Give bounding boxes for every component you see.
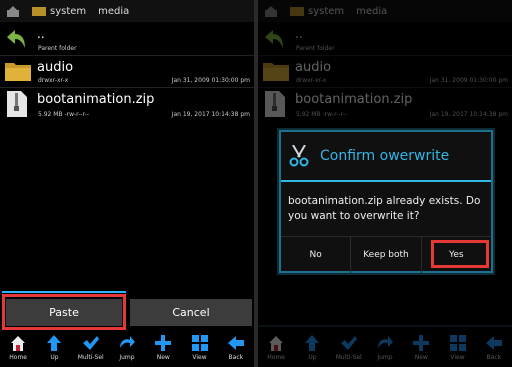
- folder-icon: [5, 63, 31, 81]
- keep-both-button[interactable]: Keep both: [351, 237, 422, 273]
- confirm-overwrite-dialog: Confirm owerwrite bootanimation.zip alre…: [279, 130, 493, 273]
- toolbar-new-label: New: [156, 354, 170, 361]
- bottom-toolbar: Home Up Multi-Sel Jump New View Back: [0, 333, 254, 367]
- toolbar-multisel-label: Multi-Sel: [77, 354, 104, 361]
- breadcrumb: system media: [0, 0, 254, 22]
- file-date: Jan 31, 2009 01:30:00 pm: [171, 77, 250, 84]
- up-arrow-icon: [47, 335, 62, 351]
- breadcrumb-media[interactable]: media: [98, 6, 129, 17]
- dialog-title: Confirm owerwrite: [320, 148, 450, 164]
- toolbar-up[interactable]: Up: [36, 333, 72, 367]
- yes-highlight-box: [431, 240, 489, 268]
- file-attrs: drwxr-xr-x: [38, 77, 69, 84]
- file-size: 5.92 MB -rw-r--r--: [38, 111, 89, 118]
- right-screen: system media .. Parent folder audio drwx…: [258, 0, 512, 367]
- dialog-title-divider: [281, 180, 491, 182]
- file-name: audio: [37, 60, 74, 75]
- toolbar-back[interactable]: Back: [218, 333, 254, 367]
- list-item[interactable]: audio drwxr-xr-x Jan 31, 2009 01:30:00 p…: [0, 56, 254, 88]
- paste-button[interactable]: Paste: [6, 299, 122, 326]
- cancel-button[interactable]: Cancel: [130, 299, 252, 326]
- home-icon: [11, 336, 26, 351]
- scissors-icon: [289, 145, 309, 167]
- toolbar-jump[interactable]: Jump: [109, 333, 145, 367]
- breadcrumb-system[interactable]: system: [50, 6, 86, 17]
- jump-arrow-icon: [119, 336, 135, 348]
- up-arrow-green-icon: [7, 30, 25, 48]
- file-name: bootanimation.zip: [37, 92, 155, 107]
- dialog-message: bootanimation.zip already exists. Do you…: [288, 195, 481, 222]
- toolbar-home-label: Home: [9, 354, 27, 361]
- list-item[interactable]: bootanimation.zip 5.92 MB -rw-r--r-- Jan…: [0, 88, 254, 122]
- grid-icon: [191, 335, 208, 351]
- parent-folder-name: ..: [37, 27, 45, 41]
- dialog-header: Confirm owerwrite: [281, 132, 491, 180]
- plus-icon: [155, 335, 172, 351]
- parent-folder-row[interactable]: .. Parent folder: [0, 24, 254, 56]
- parent-folder-label: Parent folder: [38, 45, 77, 52]
- no-button[interactable]: No: [281, 237, 352, 273]
- toolbar-view-label: View: [192, 354, 207, 361]
- back-arrow-icon: [227, 336, 244, 350]
- toolbar-jump-label: Jump: [119, 354, 135, 361]
- toolbar-home[interactable]: Home: [0, 333, 36, 367]
- zip-file-icon: [7, 91, 27, 117]
- toolbar-multisel[interactable]: Multi-Sel: [73, 333, 109, 367]
- focus-indicator: [2, 291, 126, 293]
- toolbar-new[interactable]: New: [145, 333, 181, 367]
- toolbar-back-label: Back: [228, 354, 244, 361]
- file-date: Jan 19, 2017 10:14:38 pm: [171, 111, 250, 118]
- left-screen: system media .. Parent folder audio drwx…: [0, 0, 254, 367]
- folder-small-icon: [32, 7, 46, 16]
- toolbar-view[interactable]: View: [181, 333, 217, 367]
- checkmark-icon: [82, 336, 99, 350]
- app-icon: [7, 6, 19, 17]
- toolbar-up-label: Up: [50, 354, 59, 361]
